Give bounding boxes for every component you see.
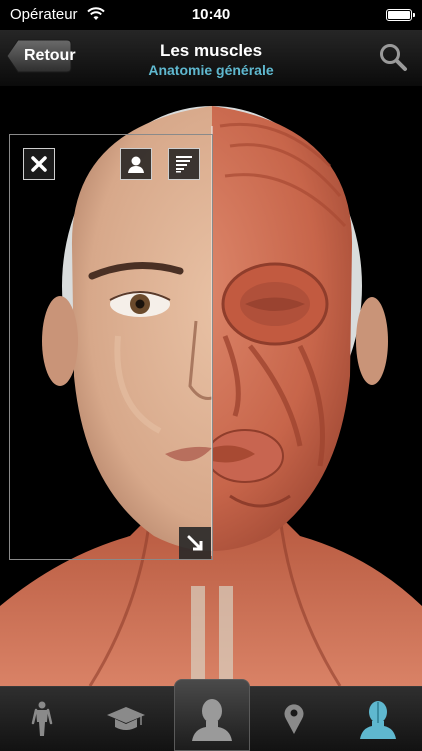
head-anatomy-icon <box>360 701 396 739</box>
resize-panel-button[interactable] <box>179 527 211 559</box>
battery-icon <box>386 9 415 21</box>
tab-bar <box>0 679 422 751</box>
resize-diagonal-icon <box>187 535 203 551</box>
head-bust-icon <box>192 699 232 741</box>
layers-icon <box>176 156 192 173</box>
graduation-cap-icon <box>107 707 145 730</box>
page-title: Les muscles <box>159 41 263 60</box>
person-view-button[interactable] <box>120 148 152 180</box>
map-pin-icon <box>284 704 304 734</box>
anatomy-viewer[interactable] <box>0 86 422 686</box>
body-figure-icon <box>31 701 53 736</box>
close-icon <box>31 156 47 172</box>
status-bar: Opérateur 10:40 <box>0 0 422 30</box>
tab-learn[interactable] <box>84 687 168 751</box>
tab-body[interactable] <box>0 687 84 751</box>
skin-layer-panel[interactable] <box>9 134 213 560</box>
tab-location[interactable] <box>252 687 336 751</box>
layers-button[interactable] <box>168 148 200 180</box>
close-panel-button[interactable] <box>23 148 55 180</box>
clock: 10:40 <box>191 6 231 23</box>
tab-head-view[interactable] <box>170 687 254 751</box>
page-subtitle: Anatomie générale <box>148 62 274 78</box>
tab-anatomy-head[interactable] <box>336 687 420 751</box>
search-icon[interactable] <box>378 42 408 72</box>
navigation-bar: Retour Les muscles Anatomie générale <box>0 30 422 87</box>
person-icon <box>128 156 144 173</box>
